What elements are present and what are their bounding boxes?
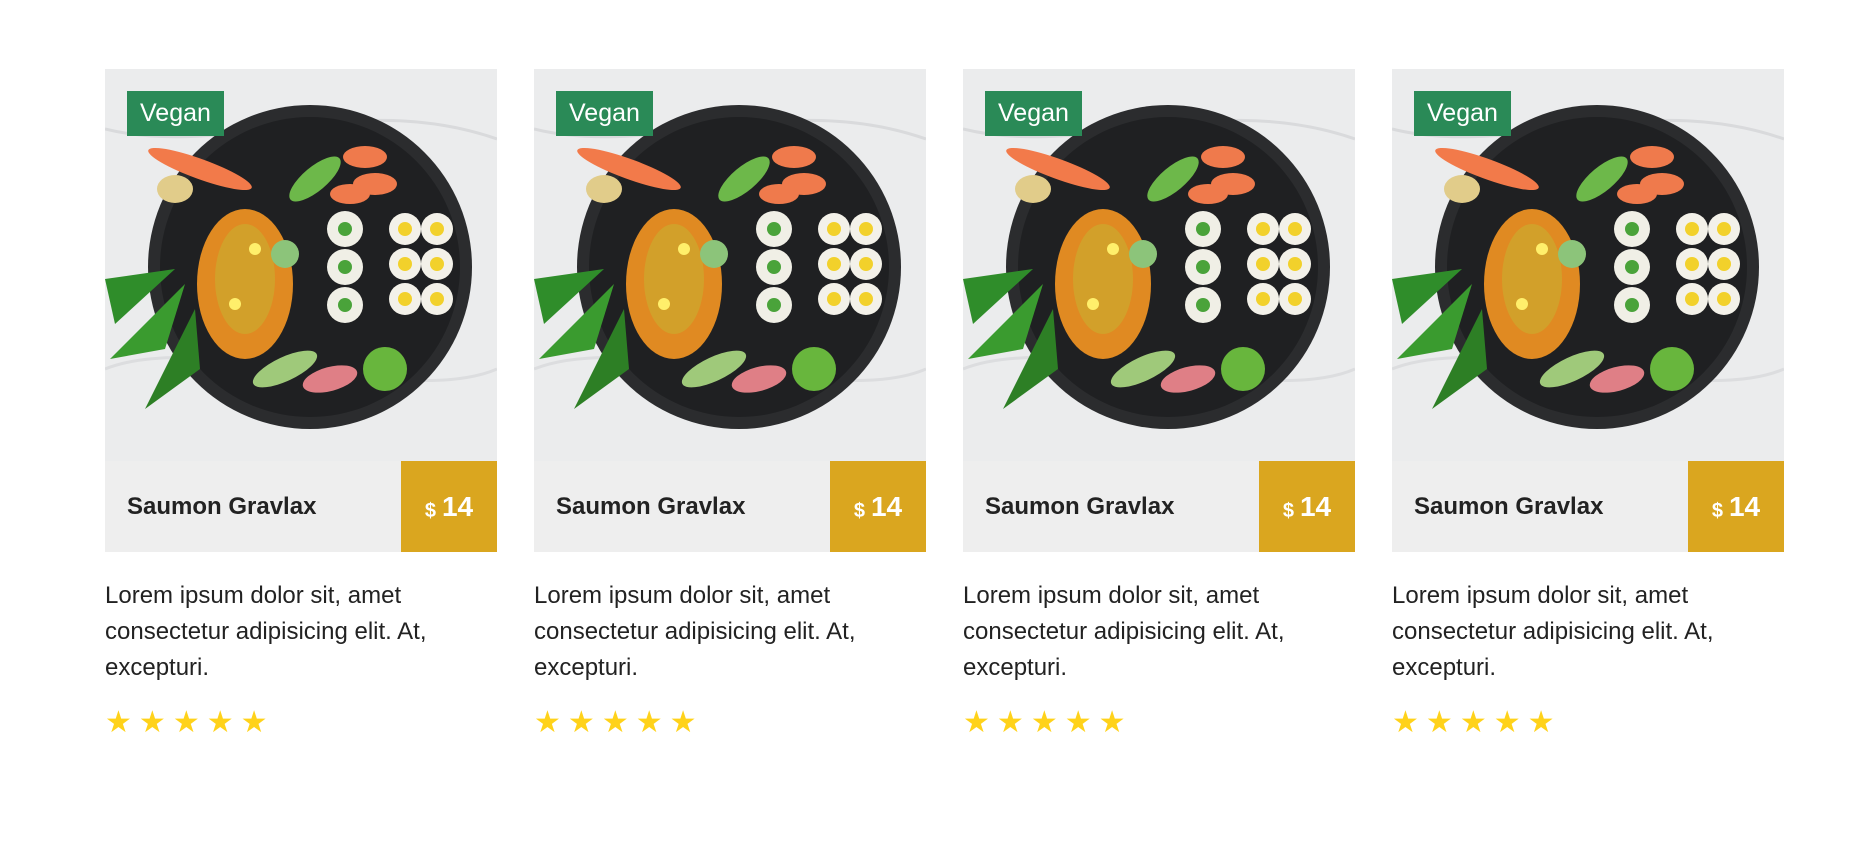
- card-description: Lorem ipsum dolor sit, amet consectetur …: [1392, 582, 1714, 681]
- card-description: Lorem ipsum dolor sit, amet consectetur …: [534, 582, 856, 681]
- menu-card[interactable]: Vegan Saumon Gravlax $ 14 Lorem ipsum do…: [534, 69, 926, 738]
- vegan-badge: Vegan: [985, 91, 1082, 136]
- card-image: Vegan: [963, 69, 1355, 461]
- star-icon: ★: [1392, 706, 1419, 739]
- price-tag: $ 14: [1259, 461, 1355, 552]
- menu-card[interactable]: Vegan Saumon Gravlax $ 14 Lorem ipsum do…: [963, 69, 1355, 738]
- price-amount: 14: [1728, 490, 1761, 522]
- vegan-badge: Vegan: [127, 91, 224, 136]
- currency-symbol: $: [853, 500, 865, 522]
- menu-cards-row: Vegan Saumon Gravlax $ 14 Lorem ipsum do…: [105, 69, 1784, 738]
- currency-symbol: $: [1711, 500, 1723, 522]
- vegan-badge: Vegan: [1414, 91, 1511, 136]
- card-image: Vegan: [105, 69, 497, 461]
- vegan-badge: Vegan: [556, 91, 653, 136]
- star-icon: ★: [105, 706, 132, 739]
- star-icon: ★: [1098, 706, 1126, 739]
- price-tag: $ 14: [401, 461, 497, 552]
- star-rating: ★ ★ ★ ★ ★: [105, 708, 497, 738]
- star-icon: ★: [601, 706, 629, 739]
- card-description: Lorem ipsum dolor sit, amet consectetur …: [963, 582, 1285, 681]
- star-icon: ★: [240, 706, 268, 739]
- star-rating: ★ ★ ★ ★ ★: [534, 708, 926, 738]
- star-icon: ★: [1425, 706, 1453, 739]
- star-icon: ★: [567, 706, 595, 739]
- star-icon: ★: [1030, 706, 1058, 739]
- star-icon: ★: [172, 706, 200, 739]
- price-tag: $ 14: [830, 461, 926, 552]
- currency-symbol: $: [424, 500, 436, 522]
- star-icon: ★: [138, 706, 166, 739]
- currency-symbol: $: [1282, 500, 1294, 522]
- star-rating: ★ ★ ★ ★ ★: [1392, 708, 1784, 738]
- star-icon: ★: [1459, 706, 1487, 739]
- price-amount: 14: [1299, 490, 1332, 522]
- price-tag: $ 14: [1688, 461, 1784, 552]
- card-title: Saumon Gravlax: [127, 492, 317, 520]
- card-title: Saumon Gravlax: [985, 492, 1175, 520]
- star-icon: ★: [206, 706, 234, 739]
- menu-card[interactable]: Vegan Saumon Gravlax $ 14 Lorem ipsum do…: [1392, 69, 1784, 738]
- star-icon: ★: [1064, 706, 1092, 739]
- card-title-bar: Saumon Gravlax $ 14: [963, 461, 1355, 552]
- star-icon: ★: [996, 706, 1024, 739]
- card-title-bar: Saumon Gravlax $ 14: [534, 461, 926, 552]
- card-title-bar: Saumon Gravlax $ 14: [105, 461, 497, 552]
- menu-card[interactable]: Vegan Saumon Gravlax $ 14 Lorem ipsum do…: [105, 69, 497, 738]
- card-image: Vegan: [1392, 69, 1784, 461]
- card-title: Saumon Gravlax: [1414, 492, 1604, 520]
- star-icon: ★: [1493, 706, 1521, 739]
- star-rating: ★ ★ ★ ★ ★: [963, 708, 1355, 738]
- card-title-bar: Saumon Gravlax $ 14: [1392, 461, 1784, 552]
- card-image: Vegan: [534, 69, 926, 461]
- star-icon: ★: [1527, 706, 1555, 739]
- card-description: Lorem ipsum dolor sit, amet consectetur …: [105, 582, 427, 681]
- price-amount: 14: [870, 490, 903, 522]
- star-icon: ★: [669, 706, 697, 739]
- star-icon: ★: [963, 706, 990, 739]
- price-amount: 14: [441, 490, 474, 522]
- star-icon: ★: [534, 706, 561, 739]
- card-title: Saumon Gravlax: [556, 492, 746, 520]
- star-icon: ★: [635, 706, 663, 739]
